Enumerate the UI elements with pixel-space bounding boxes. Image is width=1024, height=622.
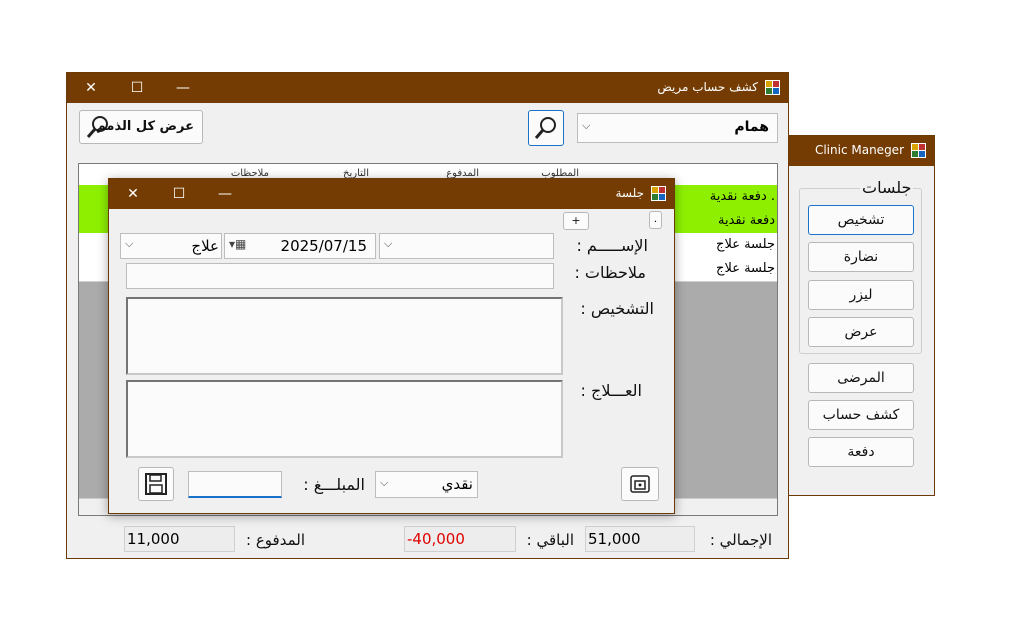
notes-label: ملاحظات : [574,263,646,282]
sessions-group-title: جلسات [860,178,914,197]
app-icon [911,143,926,158]
paid-value-field: 11,000 [124,526,235,552]
clinic-titlebar[interactable]: Clinic Maneger [788,136,934,166]
paid-value: 11,000 [127,530,180,548]
patient-name-combo[interactable]: ⌵ [379,233,554,259]
name-label: الإســـــم : [576,236,648,255]
amount-input[interactable] [188,471,282,498]
row-type-cell: جلسة علاج [716,237,775,252]
patient-combo-value: همام [734,119,769,135]
diagnosis-label: التشخيص : [580,299,654,318]
minimize-icon[interactable]: — [161,73,205,103]
small-dot-button[interactable]: . [649,211,662,229]
minimize-icon[interactable]: — [203,179,247,209]
statement-titlebar[interactable]: ✕ ☐ — كشف حساب مريض [67,73,788,103]
session-type-combo[interactable]: ⌵ علاج [120,233,222,259]
show-all-debts-label: عرض كل الذمم [96,119,194,134]
chevron-down-icon: ⌵ [125,237,134,250]
total-label: الإجمالي : [709,531,772,549]
app-icon [765,80,780,95]
search-icon [534,117,556,139]
session-window-title: جلسة [615,186,644,200]
laser-button[interactable]: ليزر [808,280,914,310]
add-patient-button[interactable]: + [563,212,589,230]
clinic-manager-window: Clinic Maneger جلسات تشخيص نضارة ليزر عر… [787,135,935,496]
payment-method-combo[interactable]: ⌵ نقدي [375,471,478,498]
notes-input[interactable] [126,263,554,289]
close-icon[interactable]: ✕ [69,73,113,103]
treatment-label: العـــلاج : [580,381,642,400]
amount-label: المبلـــغ : [303,475,365,494]
session-titlebar[interactable]: ✕ ☐ — جلسة [109,179,674,209]
account-statement-button[interactable]: كشف حساب [808,400,914,430]
statement-window-title: كشف حساب مريض [657,80,758,94]
search-button[interactable] [528,110,564,146]
remaining-label: الباقي : [526,531,574,549]
patients-button[interactable]: المرضى [808,363,914,393]
row-type-cell: دفعة نقدية [718,213,775,228]
patient-combo[interactable]: ⌵ همام [577,113,778,143]
floppy-disk-icon [145,473,167,495]
close-icon[interactable]: ✕ [111,179,155,209]
session-type-value: علاج [191,237,219,255]
chevron-down-icon: ⌵ [384,237,393,250]
paid-label: المدفوع : [246,531,305,549]
remaining-value-field: -40,000 [404,526,516,552]
row-type-cell: دفعة نقدية . [709,189,775,204]
show-all-debts-button[interactable]: عرض كل الذمم [79,110,203,144]
payment-button[interactable]: دفعة [808,437,914,467]
view-button[interactable]: عرض [808,317,914,347]
total-value-field: 51,000 [585,526,695,552]
remaining-value: -40,000 [407,530,465,548]
save-button[interactable] [138,467,174,501]
payment-method-value: نقدي [441,475,473,493]
diagnosis-button[interactable]: تشخيص [808,205,914,235]
clinic-window-title: Clinic Maneger [814,143,904,157]
session-window: ✕ ☐ — جلسة + . الإســـــم : ⌵ ▾▦ 2025/07… [108,178,675,514]
glasses-button[interactable]: نضارة [808,242,914,272]
print-button[interactable] [621,467,659,501]
session-date-value: 2025/07/15 [280,237,367,255]
treatment-textarea[interactable] [126,380,563,458]
chevron-down-icon: ⌵ [582,119,591,132]
row-type-cell: جلسة علاج [716,261,775,276]
chevron-down-icon: ⌵ [380,476,389,489]
printer-icon [630,475,650,493]
total-value: 51,000 [588,530,641,548]
app-icon [651,186,666,201]
diagnosis-textarea[interactable] [126,297,563,375]
session-date-picker[interactable]: ▾▦ 2025/07/15 [224,233,376,259]
maximize-icon[interactable]: ☐ [157,179,201,209]
calendar-icon: ▾▦ [229,237,247,251]
maximize-icon[interactable]: ☐ [115,73,159,103]
